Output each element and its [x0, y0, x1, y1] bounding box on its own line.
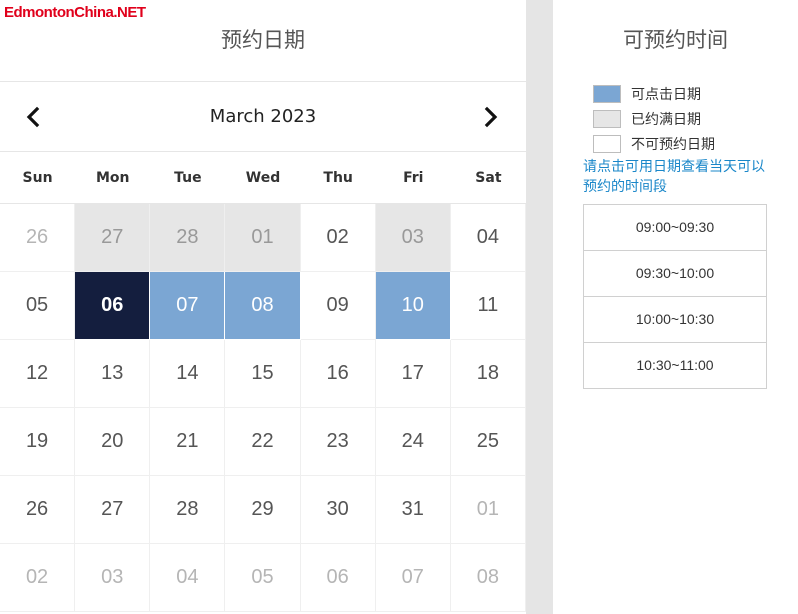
date-cell-unavailable: 16: [300, 340, 376, 408]
date-cell-unavailable: 25: [450, 408, 526, 476]
date-cell-available[interactable]: 08: [225, 272, 301, 340]
weekday-tue: Tue: [174, 170, 202, 186]
date-cell-unavailable: 30: [300, 476, 376, 544]
time-slot-button[interactable]: 10:00~10:30: [584, 297, 766, 343]
time-slot-button[interactable]: 10:30~11:00: [584, 343, 766, 388]
legend-item: 不可预约日期: [593, 132, 715, 156]
weekday-wed: Wed: [245, 170, 281, 186]
date-cell-unavailable: 22: [225, 408, 301, 476]
date-cell-selected[interactable]: 06: [75, 272, 151, 340]
date-cell-unavailable: 20: [75, 408, 151, 476]
date-cell-other: 02: [0, 544, 76, 612]
page: EdmontonChina.NET 预约日期 March 2023 Sun Mon…: [0, 0, 798, 614]
month-navigation: March 2023: [0, 82, 526, 152]
date-cell-unavailable: 17: [375, 340, 451, 408]
date-cell-unavailable: 13: [75, 340, 151, 408]
date-cell-unavailable: 26: [0, 476, 76, 544]
date-cell-booked: 03: [375, 204, 451, 272]
calendar-panel: 预约日期 March 2023 Sun Mon Tue Wed Thu Fri Sat 26…: [0, 0, 526, 614]
legend-label: 可点击日期: [631, 87, 701, 103]
date-cell-other: 08: [450, 544, 526, 612]
time-slot-button[interactable]: 09:30~10:00: [584, 251, 766, 297]
date-cell-unavailable: 02: [300, 204, 376, 272]
legend-label: 已约满日期: [631, 112, 701, 128]
date-cell-unavailable: 21: [150, 408, 226, 476]
date-cell-unavailable: 27: [75, 476, 151, 544]
date-cell-unavailable: 18: [450, 340, 526, 408]
date-cell-booked: 27: [75, 204, 151, 272]
date-cell-unavailable: 28: [150, 476, 226, 544]
time-panel-title: 可预约时间: [623, 28, 728, 52]
legend-item: 可点击日期: [593, 82, 715, 106]
date-cell-other: 03: [75, 544, 151, 612]
calendar-grid: 26 27 28 01 02 03 04 05 06 07 08 09 10 11 12 13 14 15 16 17…: [0, 204, 526, 612]
site-logo: EdmontonChina.NET: [4, 4, 146, 21]
time-slot-button[interactable]: 09:00~09:30: [584, 205, 766, 251]
weekday-sat: Sat: [475, 170, 502, 186]
weekday-header: Sun Mon Tue Wed Thu Fri Sat: [0, 152, 526, 204]
date-cell-unavailable: 24: [375, 408, 451, 476]
legend-swatch-gray: [593, 110, 621, 128]
date-cell-other: 01: [450, 476, 526, 544]
time-panel: 可预约时间 可点击日期已约满日期不可预约日期 请点击可用日期查看当天可以预约的时…: [553, 0, 798, 614]
date-cell-other: 26: [0, 204, 76, 272]
date-cell-unavailable: 23: [300, 408, 376, 476]
date-cell-other: 07: [375, 544, 451, 612]
legend-swatch-blue: [593, 85, 621, 103]
date-cell-unavailable: 09: [300, 272, 376, 340]
date-cell-unavailable: 11: [450, 272, 526, 340]
date-cell-other: 04: [150, 544, 226, 612]
date-cell-booked: 28: [150, 204, 226, 272]
legend-label: 不可预约日期: [631, 137, 715, 153]
date-cell-available[interactable]: 07: [150, 272, 226, 340]
legend: 可点击日期已约满日期不可预约日期: [593, 82, 715, 157]
legend-item: 已约满日期: [593, 107, 715, 131]
date-cell-unavailable: 05: [0, 272, 76, 340]
weekday-fri: Fri: [403, 170, 424, 186]
month-label: March 2023: [209, 106, 317, 127]
date-cell-unavailable: 29: [225, 476, 301, 544]
weekday-thu: Thu: [323, 170, 353, 186]
weekday-sun: Sun: [22, 170, 53, 186]
date-cell-booked: 01: [225, 204, 301, 272]
panel-divider: [526, 0, 553, 614]
date-cell-unavailable: 04: [450, 204, 526, 272]
date-cell-other: 06: [300, 544, 376, 612]
date-cell-unavailable: 19: [0, 408, 76, 476]
date-cell-unavailable: 14: [150, 340, 226, 408]
hint-text: 请点击可用日期查看当天可以预约的时间段: [583, 159, 765, 195]
date-cell-other: 05: [225, 544, 301, 612]
weekday-mon: Mon: [95, 170, 130, 186]
legend-swatch-white: [593, 135, 621, 153]
next-month-button[interactable]: [476, 102, 506, 132]
date-cell-unavailable: 15: [225, 340, 301, 408]
chevron-right-icon: [484, 106, 498, 128]
date-cell-unavailable: 12: [0, 340, 76, 408]
date-cell-unavailable: 31: [375, 476, 451, 544]
time-slot-list: 09:00~09:30 09:30~10:00 10:00~10:30 10:30~1…: [583, 204, 767, 389]
date-cell-available[interactable]: 10: [375, 272, 451, 340]
